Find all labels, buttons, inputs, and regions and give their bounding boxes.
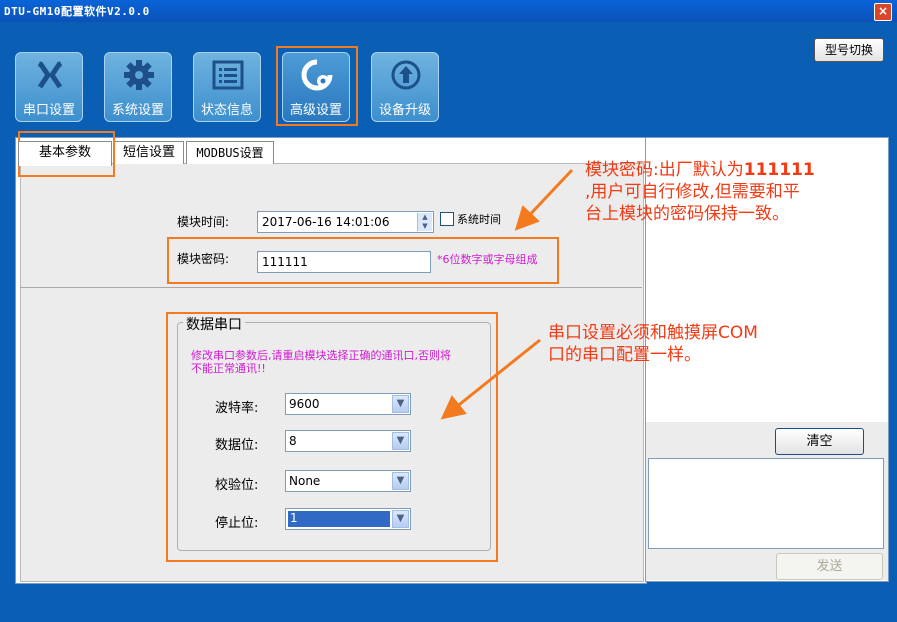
nav-device-upgrade[interactable]: 设备升级 — [371, 52, 439, 122]
model-switch-button[interactable]: 型号切换 — [814, 38, 884, 62]
nav-label: 串口设置 — [22, 103, 75, 118]
window-title: DTU-GM10配置软件V2.0.0 — [4, 5, 150, 18]
module-time-field[interactable]: 2017-06-16 14:01:06 ▲ ▼ — [257, 211, 434, 233]
tab-modbus-settings[interactable]: MODBUS设置 — [186, 141, 274, 164]
upload-circle-icon — [391, 60, 421, 90]
close-button[interactable]: × — [874, 3, 892, 21]
nav-status-info[interactable]: 状态信息 — [193, 52, 261, 122]
note2-line1: 串口设置必须和触摸屏COM — [548, 323, 758, 343]
nav-label: 系统设置 — [111, 103, 164, 118]
system-time-label: 系统时间 — [457, 213, 501, 226]
nav-label: 状态信息 — [200, 103, 253, 118]
nav-highlight-box — [276, 46, 358, 126]
system-time-checkbox[interactable] — [440, 212, 454, 226]
nav-system-settings[interactable]: 系统设置 — [104, 52, 172, 122]
list-icon — [212, 60, 244, 90]
receive-textarea[interactable] — [648, 458, 884, 549]
module-time-label: 模块时间: — [177, 215, 230, 229]
tab-sms-settings[interactable]: 短信设置 — [114, 141, 184, 164]
spin-arrows-icon[interactable]: ▲ ▼ — [417, 213, 432, 231]
divider — [20, 287, 642, 288]
tab-basic-params[interactable]: 基本参数 — [18, 141, 112, 166]
note2-line2: 口的串口配置一样。 — [548, 345, 701, 365]
note1-line3: 台上模块的密码保持一致。 — [585, 204, 789, 224]
send-button[interactable]: 发送 — [776, 553, 883, 580]
gear-icon — [124, 60, 154, 90]
serial-note: 串口设置必须和触摸屏COM 口的串口配置一样。 — [548, 322, 848, 366]
nav-serial-settings[interactable]: 串口设置 — [15, 52, 83, 122]
note1-line2: ,用户可自行修改,但需要和平 — [585, 182, 800, 202]
nav-label: 设备升级 — [378, 103, 431, 118]
password-highlight-box — [167, 237, 559, 284]
note1-line1-text: 模块密码:出厂默认为 — [585, 160, 744, 180]
note1-line1-number: 111111 — [743, 160, 815, 180]
title-bar: DTU-GM10配置软件V2.0.0 × — [0, 0, 897, 22]
module-time-value: 2017-06-16 14:01:06 — [262, 215, 390, 229]
clear-button[interactable]: 清空 — [775, 428, 864, 455]
cross-arrows-icon — [37, 61, 63, 89]
serial-highlight-box — [166, 312, 498, 562]
password-note: 模块密码:出厂默认为111111 ,用户可自行修改,但需要和平 台上模块的密码保… — [585, 159, 885, 225]
